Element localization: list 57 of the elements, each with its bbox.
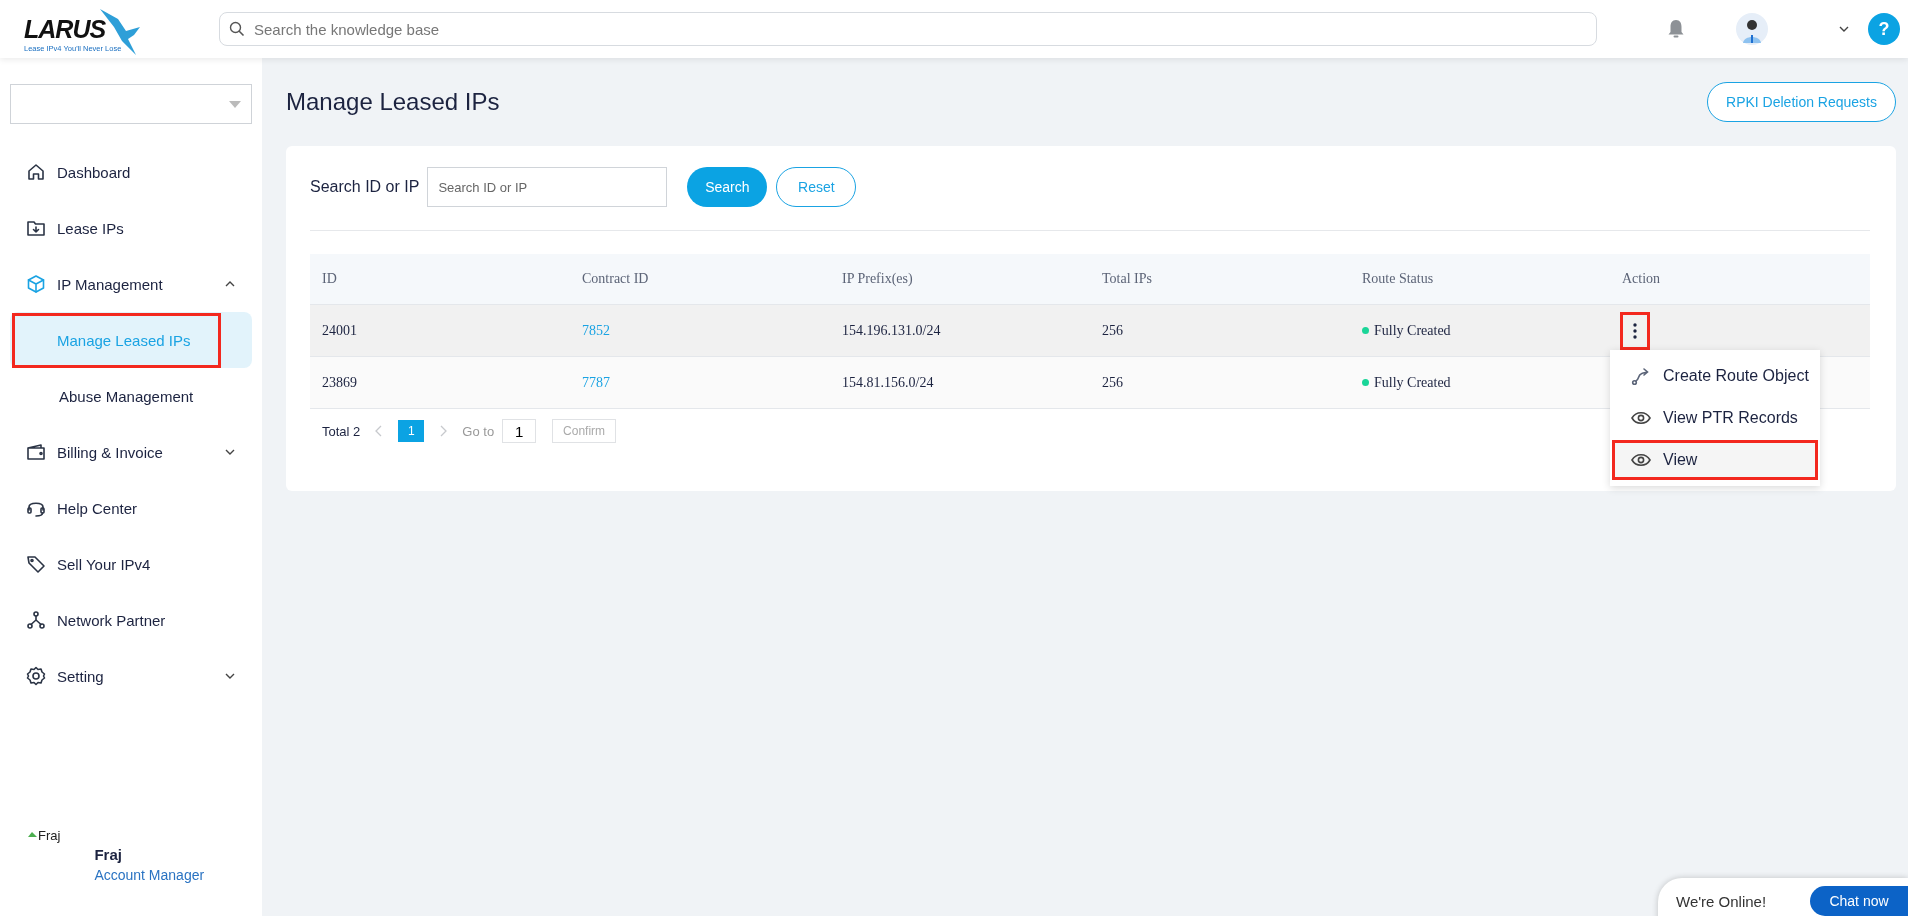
sidebar-item[interactable]: Dashboard <box>10 144 252 200</box>
table-cell: 256 <box>1102 322 1123 339</box>
eye-icon <box>1631 453 1651 467</box>
more-button[interactable] <box>1620 311 1650 350</box>
table-cell: 154.196.131.0/24 <box>842 322 941 339</box>
page-input-field[interactable]: 1 <box>502 419 537 443</box>
network-icon <box>26 610 46 630</box>
table-cell: 24001 <box>322 322 357 339</box>
column-header: Contract ID <box>581 271 650 287</box>
column-header: IP Prefix(es) <box>841 271 914 287</box>
sidebar-item[interactable]: Help Center <box>10 480 252 536</box>
column-header: Route Status <box>1361 271 1435 287</box>
wallet-icon <box>26 442 46 462</box>
chat-status: We're Online! <box>1676 893 1768 910</box>
sidebar-item[interactable]: Setting <box>10 648 252 704</box>
eye-icon <box>1631 411 1651 425</box>
goto-label: Go to <box>462 423 495 439</box>
tag-icon <box>26 554 46 574</box>
bell-icon[interactable] <box>1667 19 1685 39</box>
status-text: Fully Created <box>1374 374 1451 391</box>
folder-icon <box>26 218 46 238</box>
column-header: Total IPs <box>1101 271 1153 287</box>
user-role[interactable]: Account Manager <box>94 867 205 883</box>
logo-text: LARUS <box>24 15 106 44</box>
table-cell: 256 <box>1102 374 1123 391</box>
chat-now-button[interactable]: Chat now <box>1810 886 1908 916</box>
menu-item[interactable]: Create Route Object <box>1612 356 1818 396</box>
page-title: Manage Leased IPs <box>286 88 500 116</box>
sidebar-subitem[interactable]: Abuse Management <box>10 368 252 424</box>
chevron-down-icon[interactable] <box>1838 25 1850 33</box>
table-cell: 154.81.156.0/24 <box>842 374 934 391</box>
column-header: Action <box>1621 271 1662 287</box>
avatar-icon[interactable] <box>1736 13 1768 45</box>
sidebar-item[interactable]: IP Management <box>10 256 252 312</box>
filter-label: Search ID or IP <box>310 178 420 196</box>
user-name: Fraj <box>94 846 122 863</box>
sidebar-item[interactable]: Sell Your IPv4 <box>10 536 252 592</box>
column-header: ID <box>321 271 338 287</box>
sidebar-item[interactable]: Network Partner <box>10 592 252 648</box>
total-count: Total 2 <box>322 423 361 439</box>
home-icon <box>26 162 46 182</box>
search-field[interactable]: Search the knowledge base <box>219 12 1597 46</box>
gear-icon <box>26 666 46 686</box>
search-input-field[interactable]: Search ID or IP <box>427 167 668 207</box>
menu-item[interactable]: View PTR Records <box>1612 398 1818 438</box>
sidebar-item[interactable]: Lease IPs <box>10 200 252 256</box>
table-cell: 23869 <box>322 374 357 391</box>
menu-item[interactable]: View <box>1612 440 1818 480</box>
route-icon <box>1631 366 1651 386</box>
vertical-dots-icon <box>1633 322 1637 339</box>
cube-icon <box>26 274 46 294</box>
broken-image: Fraj <box>28 828 61 844</box>
status-text: Fully Created <box>1374 322 1451 339</box>
sidebar-item[interactable]: Billing & Invoice <box>10 424 252 480</box>
dropdown-field[interactable] <box>10 84 252 124</box>
next-page-icon[interactable] <box>438 424 449 438</box>
caret-icon <box>229 100 241 108</box>
